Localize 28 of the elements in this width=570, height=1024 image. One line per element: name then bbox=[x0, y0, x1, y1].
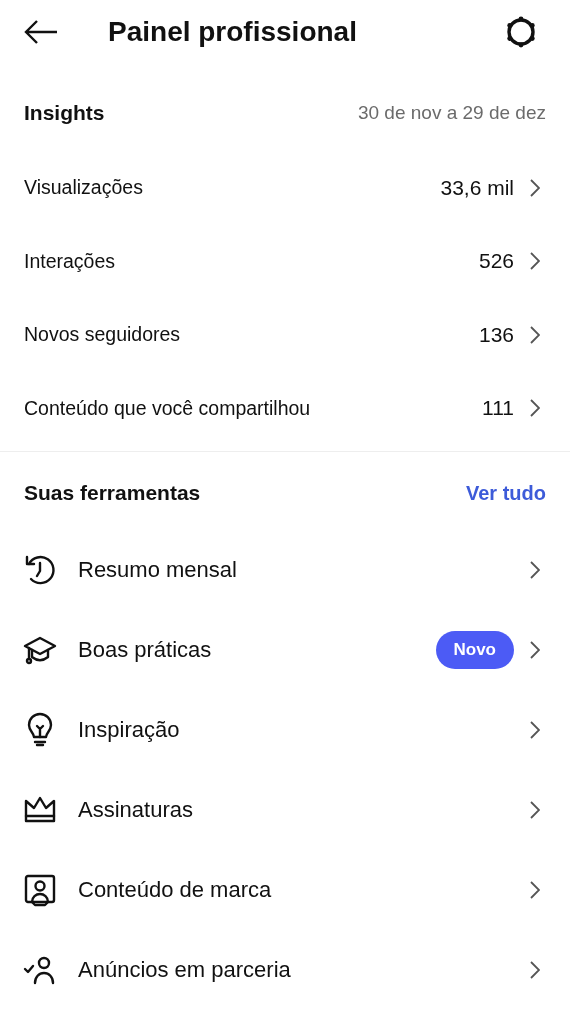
portrait-icon bbox=[22, 872, 58, 908]
new-badge: Novo bbox=[435, 631, 514, 669]
chevron-icon bbox=[530, 801, 540, 819]
back-icon[interactable] bbox=[24, 20, 58, 44]
chevron-icon bbox=[530, 641, 540, 659]
date-range: 30 de nov a 29 de dez bbox=[357, 102, 546, 124]
chevron-icon bbox=[530, 561, 540, 579]
chevron-icon bbox=[530, 178, 540, 197]
insight-row[interactable]: Interações 526 bbox=[0, 224, 570, 298]
tool-row[interactable]: Inspiração bbox=[0, 690, 570, 770]
chevron-icon bbox=[530, 252, 540, 271]
insight-row[interactable]: Conteúdo que você compartilhou 111 bbox=[0, 371, 570, 445]
tool-row[interactable]: Assinaturas bbox=[0, 770, 570, 850]
chevron-icon bbox=[530, 721, 540, 739]
insight-row[interactable]: Visualizações 33,6 mil bbox=[0, 151, 570, 225]
tool-row[interactable]: Anúncios em parceria bbox=[0, 930, 570, 1010]
section-title: Insights bbox=[24, 101, 105, 125]
chevron-icon bbox=[530, 325, 540, 344]
section-title: Suas ferramentas bbox=[24, 481, 201, 505]
chevron-icon bbox=[530, 399, 540, 418]
insight-row[interactable]: Novos seguidores 136 bbox=[0, 298, 570, 372]
tool-row[interactable]: Conteúdo de marca bbox=[0, 850, 570, 930]
page-title: Painel profissional bbox=[108, 16, 358, 48]
tool-row[interactable]: Resumo mensal bbox=[0, 530, 570, 610]
tool-row[interactable]: Boas práticas Novo bbox=[0, 610, 570, 690]
see-all-link[interactable]: Ver tudo bbox=[466, 481, 546, 505]
chevron-icon bbox=[530, 881, 540, 899]
chevron-icon bbox=[530, 961, 540, 979]
